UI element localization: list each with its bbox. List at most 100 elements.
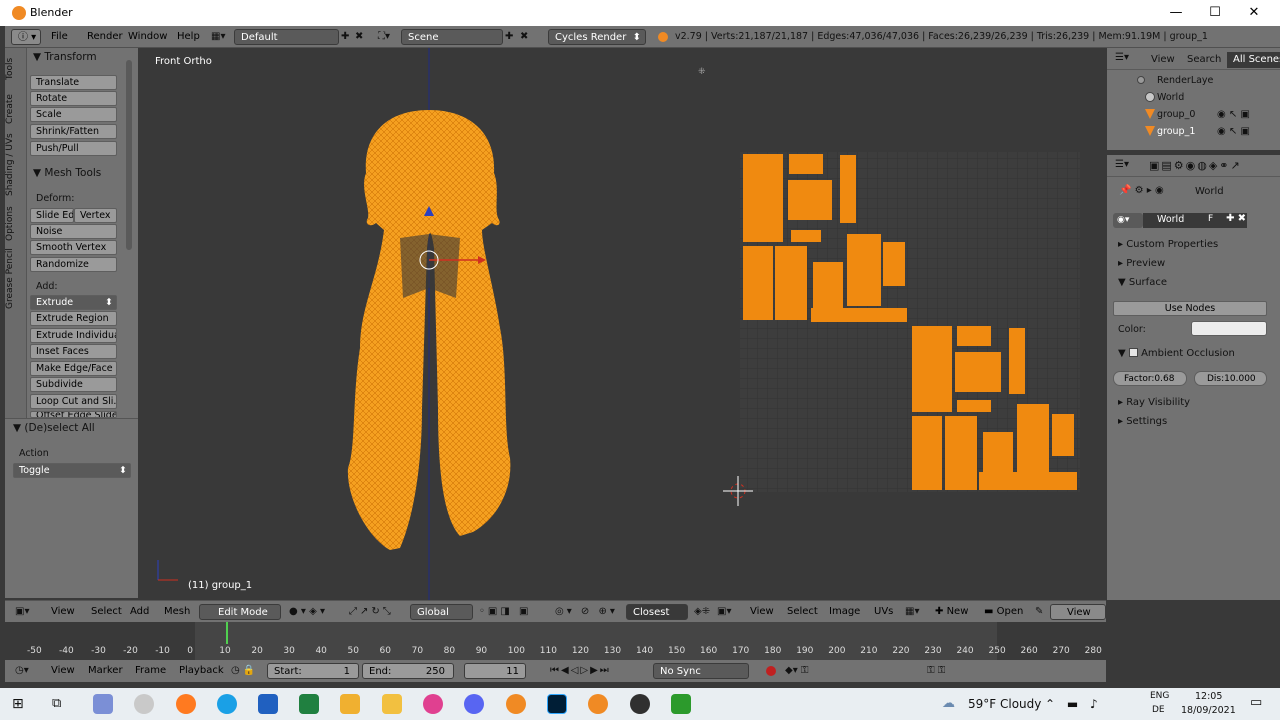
layout-remove-icon[interactable]: ✖ bbox=[355, 29, 367, 45]
weather-icon[interactable]: ☁ bbox=[942, 696, 955, 711]
view3d-view-menu[interactable]: View bbox=[51, 604, 75, 620]
outliner-item-world[interactable]: World bbox=[1107, 89, 1280, 106]
noise-button[interactable]: Noise bbox=[30, 224, 117, 239]
extrude-region-button[interactable]: Extrude Region bbox=[30, 311, 117, 326]
language-secondary[interactable]: DE bbox=[1152, 705, 1165, 715]
app-blender-icon[interactable] bbox=[506, 694, 526, 714]
end-frame-field[interactable]: End: 250 bbox=[362, 663, 454, 679]
smooth-vertex-button[interactable]: Smooth Vertex bbox=[30, 240, 117, 255]
uv-view-mode-select[interactable]: View bbox=[1050, 604, 1106, 620]
uv-editor[interactable] bbox=[707, 48, 1106, 600]
ao-distance-field[interactable]: Dis:10.000 bbox=[1194, 371, 1267, 386]
info-editor-icon[interactable]: ⓘ ▾ bbox=[11, 29, 41, 45]
view3d-select-menu[interactable]: Select bbox=[91, 604, 122, 620]
snap-icons[interactable]: ◈⁜ bbox=[694, 604, 710, 620]
eye-icon[interactable]: ◉ ↖ ▣ bbox=[1217, 123, 1250, 140]
tray-icons[interactable]: ⌃ ▬ ♪ bbox=[1045, 697, 1102, 711]
scene-remove-icon[interactable]: ✖ bbox=[520, 29, 532, 45]
uv-editor-icon[interactable]: ▣▾ bbox=[717, 604, 731, 620]
preview-range-icon[interactable]: ◷ 🔒 bbox=[231, 663, 255, 679]
shrink-fatten-button[interactable]: Shrink/Fatten bbox=[30, 124, 117, 139]
proportional-icons[interactable]: ◎▾ ⊘ ⊕▾ bbox=[555, 604, 618, 620]
3d-viewport[interactable]: ⁜ Front Ortho (11) group_1 bbox=[138, 48, 706, 600]
ao-checkbox[interactable] bbox=[1128, 348, 1138, 357]
rotate-button[interactable]: Rotate bbox=[30, 91, 117, 106]
properties-pin-icon[interactable]: 📌 ⚙ ▸ ◉ bbox=[1119, 185, 1164, 196]
current-frame-field[interactable]: 11 bbox=[464, 663, 526, 679]
app-chrome-icon[interactable] bbox=[134, 694, 154, 714]
eye-icon[interactable]: ◉ ↖ ▣ bbox=[1217, 106, 1250, 123]
tab-grease-pencil[interactable]: Grease Pencil bbox=[5, 248, 27, 310]
offset-edge-slide-button[interactable]: Offset Edge Slide bbox=[30, 411, 117, 418]
outliner-display-mode[interactable]: All Scenes bbox=[1227, 52, 1280, 68]
menu-render[interactable]: Render bbox=[87, 29, 123, 45]
scene-add-icon[interactable]: ✚ bbox=[505, 29, 519, 45]
deselect-panel-header[interactable]: ▼ (De)select All bbox=[13, 422, 95, 434]
transform-panel-header[interactable]: ▼ Transform bbox=[33, 51, 97, 63]
custom-properties-section[interactable]: ▸ Custom Properties bbox=[1118, 239, 1218, 250]
timeline-view-menu[interactable]: View bbox=[51, 663, 75, 679]
layout-icon[interactable]: ▦▾ bbox=[211, 29, 233, 45]
translate-button[interactable]: Translate bbox=[30, 75, 117, 90]
scene-field[interactable]: Scene bbox=[401, 29, 503, 45]
world-color-swatch[interactable] bbox=[1191, 321, 1267, 336]
view3d-mesh-menu[interactable]: Mesh bbox=[164, 604, 190, 620]
settings-section[interactable]: ▸ Settings bbox=[1118, 416, 1167, 427]
tab-options[interactable]: Options bbox=[5, 204, 27, 244]
playback-controls-icons[interactable]: ⏮◀◁▷▶⏭ bbox=[550, 663, 611, 679]
render-engine-select[interactable]: Cycles Render ⬍ bbox=[548, 29, 646, 45]
layout-field[interactable]: Default bbox=[234, 29, 339, 45]
app-photoshop-icon[interactable] bbox=[547, 694, 567, 714]
tab-tools[interactable]: Tools bbox=[5, 54, 27, 84]
keyframe-insert-icons[interactable]: ⚿ ⚿ bbox=[927, 663, 945, 679]
world-browse-icon[interactable]: ◉▾ bbox=[1113, 213, 1143, 228]
timeline-frame-menu[interactable]: Frame bbox=[135, 663, 166, 679]
inset-faces-button[interactable]: Inset Faces bbox=[30, 344, 117, 359]
keying-set-icons[interactable]: ◆▾ ⚿ bbox=[785, 663, 809, 679]
app-slack-icon[interactable] bbox=[423, 694, 443, 714]
view3d-add-menu[interactable]: Add bbox=[130, 604, 149, 620]
app-snipping-icon[interactable] bbox=[93, 694, 113, 714]
current-frame-indicator[interactable] bbox=[226, 622, 228, 644]
slide-edge-button[interactable]: Slide Ed bbox=[30, 208, 74, 223]
view3d-editor-icon[interactable]: ▣▾ bbox=[15, 604, 29, 620]
outliner-search-menu[interactable]: Search bbox=[1187, 54, 1221, 65]
properties-context-icons[interactable]: ▣▤⚙◉◍◈⚭↗ bbox=[1149, 159, 1242, 172]
mode-select[interactable]: Edit Mode bbox=[199, 604, 281, 620]
image-browse-icon[interactable]: ▦▾ bbox=[905, 604, 919, 620]
extrude-individual-button[interactable]: Extrude Individual bbox=[30, 328, 117, 343]
sync-mode-select[interactable]: No Sync bbox=[653, 663, 749, 679]
subdivide-button[interactable]: Subdivide bbox=[30, 377, 117, 392]
menu-window[interactable]: Window bbox=[128, 29, 167, 45]
pin-icon[interactable]: ✎ bbox=[1035, 604, 1043, 620]
timeline-playback-menu[interactable]: Playback bbox=[179, 663, 224, 679]
app-obs-icon[interactable] bbox=[630, 694, 650, 714]
start-frame-field[interactable]: Start: 1 bbox=[267, 663, 359, 679]
maximize-button[interactable]: ☐ bbox=[1195, 2, 1235, 24]
orientation-select[interactable]: Global bbox=[410, 604, 473, 620]
timeline[interactable]: -50 -40 -30 -20 -10 0 10 20 30 40 50 60 70 80 90 100 110… bbox=[5, 622, 1106, 660]
ao-factor-field[interactable]: Factor:0.68 bbox=[1113, 371, 1187, 386]
outliner-view-menu[interactable]: View bbox=[1151, 54, 1175, 65]
new-image-button[interactable]: ✚ New bbox=[931, 604, 975, 620]
weather-text[interactable]: 59°F Cloudy bbox=[968, 697, 1041, 711]
app-firefox-icon[interactable] bbox=[176, 694, 196, 714]
uv-select-menu[interactable]: Select bbox=[787, 604, 818, 620]
layout-add-icon[interactable]: ✚ bbox=[341, 29, 355, 45]
app-explorer-icon[interactable] bbox=[382, 694, 402, 714]
app-w-icon[interactable] bbox=[671, 694, 691, 714]
menu-help[interactable]: Help bbox=[177, 29, 200, 45]
uv-view-menu[interactable]: View bbox=[750, 604, 774, 620]
outliner-item-renderlayer[interactable]: RenderLaye bbox=[1107, 72, 1280, 89]
shading-icon[interactable]: ● ▾ ◈ ▾ bbox=[289, 604, 325, 620]
use-nodes-button[interactable]: Use Nodes bbox=[1113, 301, 1267, 316]
ray-visibility-section[interactable]: ▸ Ray Visibility bbox=[1118, 397, 1190, 408]
timeline-editor-icon[interactable]: ◷▾ bbox=[15, 663, 29, 679]
properties-editor-icon[interactable]: ☰▾ bbox=[1115, 159, 1129, 170]
select-mode-icons[interactable]: ◦▣◨ ▣ bbox=[479, 604, 531, 620]
world-actions-icon[interactable]: ✚ ✖ bbox=[1214, 213, 1246, 228]
windows-start-icon[interactable]: ⊞ bbox=[12, 697, 26, 711]
surface-section[interactable]: ▼ Surface bbox=[1118, 277, 1167, 288]
outliner-item-group1[interactable]: group_1 ◉ ↖ ▣ bbox=[1107, 123, 1280, 140]
snap-target-select[interactable]: Closest bbox=[626, 604, 688, 620]
